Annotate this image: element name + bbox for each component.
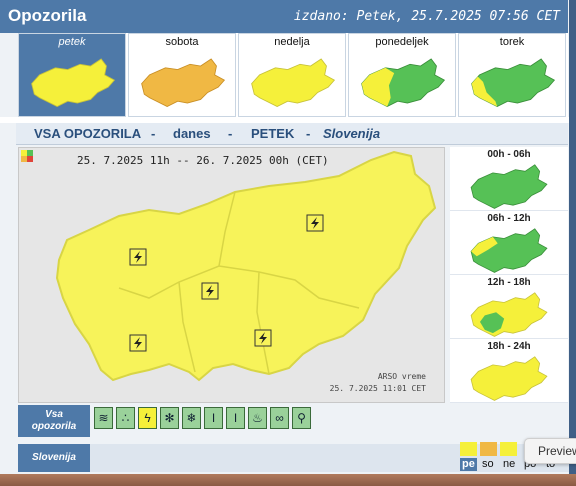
warnings-page: Opozorila izdano: Petek, 25.7.2025 07:56…: [0, 0, 576, 486]
all-warnings-label-2: opozorila: [31, 421, 77, 432]
section-today-label: danes: [173, 126, 211, 141]
all-warnings-button[interactable]: Vsa opozorila: [18, 405, 90, 437]
time-slot-panel: 00h - 06h 06h - 12h 12h - 18h 18h - 24h: [450, 147, 568, 403]
day-tab-pe[interactable]: pe: [460, 458, 477, 471]
right-edge-rail: [569, 0, 576, 486]
day-tab-label: torek: [499, 36, 525, 48]
cold-icon[interactable]: I: [226, 407, 245, 429]
time-slot-label: 18h - 24h: [487, 341, 531, 352]
fire-icon[interactable]: ♨: [248, 407, 267, 429]
thunderstorm-marker: [306, 214, 324, 232]
day-tab-ponedeljek[interactable]: ponedeljek: [348, 33, 456, 117]
day-map-thumbnail: [471, 58, 556, 108]
thunderstorm-marker: [129, 334, 147, 352]
ice-icon[interactable]: ❄: [182, 407, 201, 429]
region-day-strip: [90, 444, 569, 472]
preview-tooltip: Preview: [524, 438, 576, 464]
day-tab-petek[interactable]: petek: [18, 33, 126, 117]
day-tab-so[interactable]: so: [482, 458, 494, 471]
day-tab-label: ponedeljek: [375, 36, 429, 48]
day-swatch-pe: [460, 442, 477, 456]
thunderstorm-marker: [129, 248, 147, 266]
time-slot-label: 12h - 18h: [487, 277, 531, 288]
day-map-thumbnail: [361, 58, 446, 108]
slot-map-thumbnail: [470, 164, 548, 209]
day-map-thumbnail: [141, 58, 226, 108]
time-slot-18-24[interactable]: 18h - 24h: [450, 339, 568, 403]
time-slot-06-12[interactable]: 06h - 12h: [450, 211, 568, 275]
time-slot-12-18[interactable]: 12h - 18h: [450, 275, 568, 339]
day-map-thumbnail: [31, 58, 116, 108]
issued-timestamp: izdano: Petek, 25.7.2025 07:56 CET: [293, 9, 560, 24]
day-tab-nedelja[interactable]: nedelja: [238, 33, 346, 117]
day-tab-label: nedelja: [274, 36, 310, 48]
all-warnings-label: Vsa: [45, 409, 63, 420]
flood-icon[interactable]: ⚲: [292, 407, 311, 429]
map-credit-time: 25. 7.2025 11:01 CET: [329, 384, 426, 393]
section-day-label: PETEK: [251, 126, 295, 141]
slot-map-thumbnail: [470, 228, 548, 273]
taskbar-strip: [0, 474, 576, 486]
heat-icon[interactable]: I: [204, 407, 223, 429]
day-tab-sobota[interactable]: sobota: [128, 33, 236, 117]
time-slot-label: 00h - 06h: [487, 149, 531, 160]
section-dash: -: [151, 126, 156, 141]
section-dash: -: [228, 126, 233, 141]
time-slot-label: 06h - 12h: [487, 213, 531, 224]
section-region-label: Slovenija: [323, 126, 381, 141]
section-dash: -: [306, 126, 311, 141]
thunderstorm-marker: [254, 329, 272, 347]
page-title: Opozorila: [8, 6, 87, 25]
day-tab-label: sobota: [165, 36, 199, 48]
region-slovenija-button[interactable]: Slovenija: [18, 444, 90, 472]
warning-map[interactable]: 25. 7.2025 11h -- 26. 7.2025 00h (CET) A…: [18, 147, 445, 403]
day-tab-ne[interactable]: ne: [503, 458, 515, 471]
day-swatch-ne: [500, 442, 517, 456]
section-heading: VSA OPOZORILA - danes - PETEK - Slovenij…: [16, 123, 568, 145]
snow-icon[interactable]: ✻: [160, 407, 179, 429]
day-tab-torek[interactable]: torek: [458, 33, 566, 117]
day-selector: petek sobota nedelja ponedeljek torek: [18, 33, 568, 117]
day-map-thumbnail: [251, 58, 336, 108]
section-all-label: VSA OPOZORILA: [34, 126, 142, 141]
header-bar: Opozorila izdano: Petek, 25.7.2025 07:56…: [0, 0, 568, 33]
day-tab-label: petek: [58, 36, 86, 48]
wind-icon[interactable]: ≋: [94, 407, 113, 429]
thunderstorm-marker: [201, 282, 219, 300]
slovenia-map: [55, 150, 437, 382]
map-credit: ARSO vreme: [377, 372, 426, 381]
fog-icon[interactable]: ∞: [270, 407, 289, 429]
thunderstorm-icon[interactable]: ϟ: [138, 407, 157, 429]
slot-map-thumbnail: [470, 292, 548, 337]
time-slot-00-06[interactable]: 00h - 06h: [450, 147, 568, 211]
warning-type-icons: ≋ ∴ ϟ ✻ ❄ I I ♨ ∞ ⚲: [94, 405, 324, 432]
slot-map-thumbnail: [470, 356, 548, 401]
day-swatch-so: [480, 442, 497, 456]
rain-icon[interactable]: ∴: [116, 407, 135, 429]
